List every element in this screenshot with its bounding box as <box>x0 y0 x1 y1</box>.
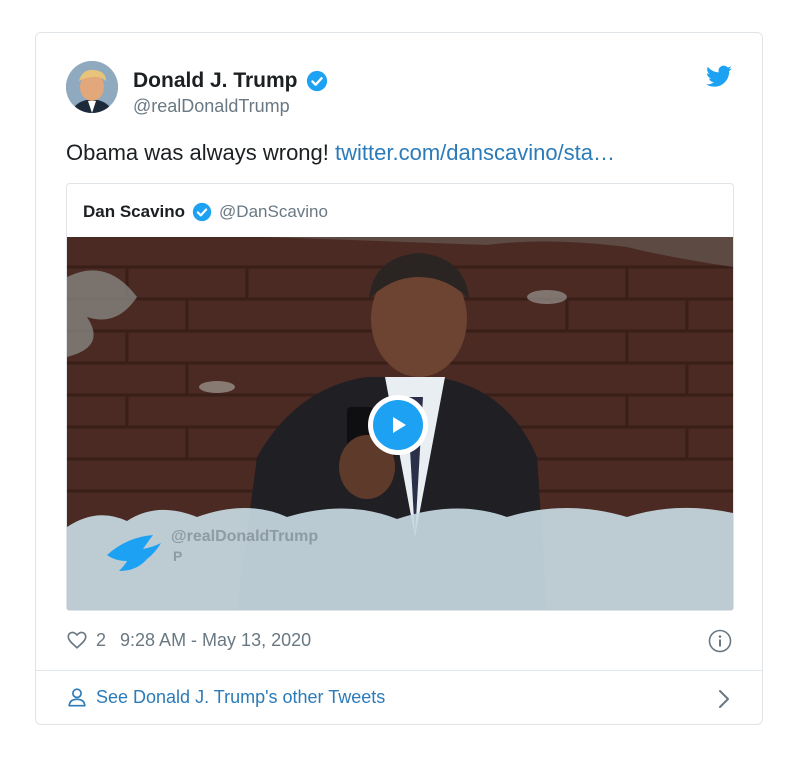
video-overlay-sub: P <box>173 548 182 564</box>
tweet-link[interactable]: twitter.com/danscavino/sta… <box>335 140 615 165</box>
info-icon[interactable] <box>708 629 732 653</box>
quoted-tweet-header: Dan Scavino @DanScavino <box>83 202 328 222</box>
author-name[interactable]: Donald J. Trump <box>133 69 298 93</box>
tweet-timestamp[interactable]: 9:28 AM - May 13, 2020 <box>120 630 311 651</box>
like-count[interactable]: 2 <box>96 630 106 651</box>
person-icon <box>66 686 88 708</box>
divider <box>36 670 762 671</box>
verified-badge-icon <box>306 70 328 92</box>
author-name-row[interactable]: Donald J. Trump <box>133 69 328 93</box>
quoted-author-handle[interactable]: @DanScavino <box>219 202 328 222</box>
see-other-tweets-label[interactable]: See Donald J. Trump's other Tweets <box>96 687 385 708</box>
twitter-bird-icon[interactable] <box>705 63 733 91</box>
video-overlay-handle: @realDonaldTrump <box>171 528 318 545</box>
play-button[interactable] <box>368 395 428 455</box>
author-avatar[interactable] <box>66 61 118 113</box>
video-thumbnail[interactable]: @realDonaldTrump P <box>67 237 733 610</box>
heart-icon[interactable] <box>66 629 88 651</box>
quoted-tweet[interactable]: Dan Scavino @DanScavino @realDonaldTrump… <box>66 183 734 611</box>
chevron-right-icon[interactable] <box>714 687 734 711</box>
verified-badge-icon <box>192 202 212 222</box>
see-other-tweets-link[interactable]: See Donald J. Trump's other Tweets <box>66 686 385 708</box>
quoted-author-name[interactable]: Dan Scavino <box>83 202 185 222</box>
play-icon <box>373 400 423 450</box>
tweet-card: Donald J. Trump @realDonaldTrump Obama w… <box>35 32 763 725</box>
tweet-text: Obama was always wrong! twitter.com/dans… <box>66 140 615 166</box>
tweet-meta: 2 9:28 AM - May 13, 2020 <box>66 629 311 651</box>
avatar-image <box>66 61 118 113</box>
author-handle[interactable]: @realDonaldTrump <box>133 96 290 117</box>
tweet-body: Obama was always wrong! <box>66 140 329 165</box>
